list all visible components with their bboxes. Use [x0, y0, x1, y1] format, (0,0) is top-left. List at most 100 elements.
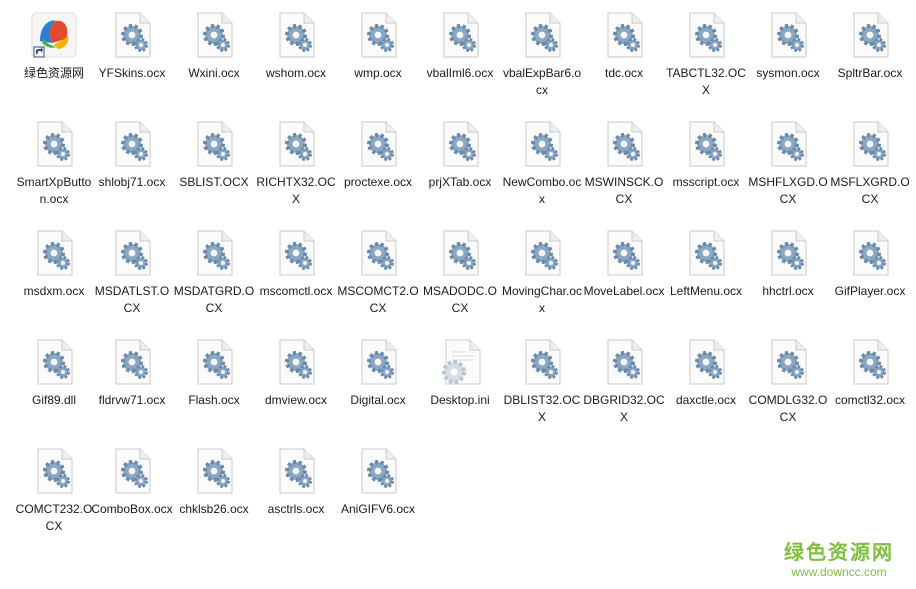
file-name: LeftMenu.ocx: [669, 284, 743, 298]
system-file-gear-icon: [354, 120, 402, 168]
file-item[interactable]: SmartXpButton.ocx: [13, 117, 95, 225]
file-item[interactable]: YFSkins.ocx: [91, 8, 173, 116]
file-item[interactable]: MSADODC.OCX: [419, 226, 501, 334]
file-name: vbalIml6.ocx: [426, 66, 494, 80]
system-file-gear-icon: [600, 338, 648, 386]
file-name: dmview.ocx: [264, 393, 328, 407]
system-file-gear-icon: [436, 11, 484, 59]
system-file-gear-icon: [682, 229, 730, 277]
file-item[interactable]: TABCTL32.OCX: [665, 8, 747, 116]
system-file-gear-icon: [436, 229, 484, 277]
file-item[interactable]: MSFLXGRD.OCX: [829, 117, 911, 225]
system-file-gear-icon: [764, 11, 812, 59]
file-name: proctexe.ocx: [343, 175, 413, 189]
file-name: msdxm.ocx: [23, 284, 85, 298]
file-item[interactable]: MovingChar.ocx: [501, 226, 583, 334]
system-file-gear-icon: [190, 120, 238, 168]
file-name: daxctle.ocx: [675, 393, 737, 407]
system-file-gear-icon: [30, 120, 78, 168]
file-item[interactable]: MSDATGRD.OCX: [173, 226, 255, 334]
file-item[interactable]: sysmon.ocx: [747, 8, 829, 116]
file-name: COMCT232.OCX: [15, 502, 93, 533]
file-name: Wxini.ocx: [188, 66, 240, 80]
file-item[interactable]: NewCombo.ocx: [501, 117, 583, 225]
system-file-gear-icon: [108, 11, 156, 59]
file-item[interactable]: GifPlayer.ocx: [829, 226, 911, 334]
file-item[interactable]: COMCT232.OCX: [13, 444, 95, 552]
system-file-gear-icon: [682, 11, 730, 59]
file-item[interactable]: Gif89.dll: [13, 335, 95, 443]
system-file-gear-icon: [108, 447, 156, 495]
system-file-gear-icon: [354, 229, 402, 277]
file-name: SmartXpButton.ocx: [16, 175, 92, 206]
file-item[interactable]: AniGIFV6.ocx: [337, 444, 419, 552]
file-name: 绿色资源网: [23, 66, 84, 80]
file-name: TABCTL32.OCX: [666, 66, 746, 97]
file-name: tdc.ocx: [604, 66, 643, 80]
file-item[interactable]: shlobj71.ocx: [91, 117, 173, 225]
system-file-gear-icon: [682, 120, 730, 168]
system-file-gear-icon: [600, 229, 648, 277]
settings-file-gear-icon: [436, 338, 484, 386]
system-file-gear-icon: [846, 229, 894, 277]
file-item[interactable]: Wxini.ocx: [173, 8, 255, 116]
file-item[interactable]: wshom.ocx: [255, 8, 337, 116]
file-name: SBLIST.OCX: [179, 175, 249, 189]
file-item[interactable]: MSCOMCT2.OCX: [337, 226, 419, 334]
file-name: MSWINSCK.OCX: [584, 175, 664, 206]
system-file-gear-icon: [190, 229, 238, 277]
file-item[interactable]: dmview.ocx: [255, 335, 337, 443]
file-item[interactable]: MSDATLST.OCX: [91, 226, 173, 334]
file-item[interactable]: tdc.ocx: [583, 8, 665, 116]
file-item[interactable]: RICHTX32.OCX: [255, 117, 337, 225]
file-item[interactable]: Flash.ocx: [173, 335, 255, 443]
file-name: hhctrl.ocx: [762, 284, 814, 298]
system-file-gear-icon: [272, 229, 320, 277]
file-item[interactable]: wmp.ocx: [337, 8, 419, 116]
system-file-gear-icon: [764, 120, 812, 168]
file-item[interactable]: fldrvw71.ocx: [91, 335, 173, 443]
file-item[interactable]: proctexe.ocx: [337, 117, 419, 225]
system-file-gear-icon: [190, 11, 238, 59]
system-file-gear-icon: [682, 338, 730, 386]
file-item[interactable]: comctl32.ocx: [829, 335, 911, 443]
system-file-gear-icon: [190, 338, 238, 386]
file-item[interactable]: Desktop.ini: [419, 335, 501, 443]
file-item[interactable]: MoveLabel.ocx: [583, 226, 665, 334]
system-file-gear-icon: [600, 11, 648, 59]
file-name: Flash.ocx: [188, 393, 240, 407]
file-item[interactable]: 绿色资源网: [13, 8, 95, 116]
file-item[interactable]: COMDLG32.OCX: [747, 335, 829, 443]
file-item[interactable]: SpltrBar.ocx: [829, 8, 911, 116]
file-name: YFSkins.ocx: [98, 66, 166, 80]
system-file-gear-icon: [190, 447, 238, 495]
system-file-gear-icon: [30, 229, 78, 277]
file-item[interactable]: SBLIST.OCX: [173, 117, 255, 225]
file-item[interactable]: vbalExpBar6.ocx: [501, 8, 583, 116]
file-item[interactable]: prjXTab.ocx: [419, 117, 501, 225]
file-name: NewCombo.ocx: [502, 175, 582, 206]
file-item[interactable]: MSHFLXGD.OCX: [747, 117, 829, 225]
file-item[interactable]: LeftMenu.ocx: [665, 226, 747, 334]
file-item[interactable]: msscript.ocx: [665, 117, 747, 225]
file-name: MSDATLST.OCX: [94, 284, 170, 315]
file-item[interactable]: Digital.ocx: [337, 335, 419, 443]
file-item[interactable]: asctrls.ocx: [255, 444, 337, 552]
file-item[interactable]: hhctrl.ocx: [747, 226, 829, 334]
system-file-gear-icon: [518, 120, 566, 168]
file-grid: 绿色资源网 YFSkins.ocx Wxini.ocx wshom.ocx wm…: [0, 0, 916, 589]
file-item[interactable]: daxctle.ocx: [665, 335, 747, 443]
system-file-gear-icon: [600, 120, 648, 168]
file-name: mscomctl.ocx: [259, 284, 333, 298]
file-item[interactable]: mscomctl.ocx: [255, 226, 337, 334]
file-item[interactable]: ComboBox.ocx: [91, 444, 173, 552]
file-name: MSADODC.OCX: [422, 284, 497, 315]
file-item[interactable]: DBGRID32.OCX: [583, 335, 665, 443]
file-item[interactable]: chklsb26.ocx: [173, 444, 255, 552]
file-name: MSHFLXGD.OCX: [748, 175, 828, 206]
file-item[interactable]: MSWINSCK.OCX: [583, 117, 665, 225]
file-name: MSCOMCT2.OCX: [337, 284, 419, 315]
file-item[interactable]: vbalIml6.ocx: [419, 8, 501, 116]
file-item[interactable]: msdxm.ocx: [13, 226, 95, 334]
file-item[interactable]: DBLIST32.OCX: [501, 335, 583, 443]
